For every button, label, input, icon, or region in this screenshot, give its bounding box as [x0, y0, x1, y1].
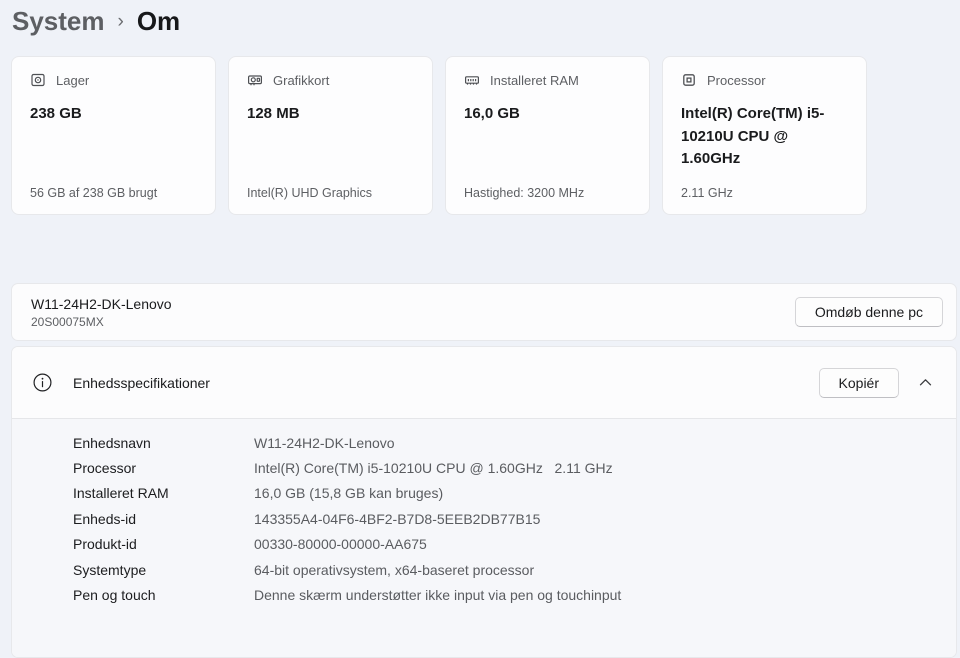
storage-icon — [30, 72, 46, 88]
device-model: 20S00075MX — [31, 314, 104, 329]
device-name: W11-24H2-DK-Lenovo — [31, 295, 172, 312]
card-caption: Hastighed: 3200 MHz — [464, 186, 585, 200]
collapse-button[interactable] — [907, 367, 943, 399]
device-specs-body: Enhedsnavn W11-24H2-DK-Lenovo Processor … — [12, 419, 956, 657]
card-graphics: Grafikkort 128 MB Intel(R) UHD Graphics — [228, 56, 433, 215]
spec-row-device-id: Enheds-id 143355A4-04F6-4BF2-B7D8-5EEB2D… — [73, 506, 937, 531]
spec-row-device-name: Enhedsnavn W11-24H2-DK-Lenovo — [73, 430, 937, 455]
spec-label: Installeret RAM — [73, 485, 169, 502]
card-value: 128 MB — [247, 105, 300, 122]
card-title: Grafikkort — [273, 72, 330, 88]
device-name-panel: W11-24H2-DK-Lenovo 20S00075MX Omdøb denn… — [11, 283, 957, 341]
spec-row-ram: Installeret RAM 16,0 GB (15,8 GB kan bru… — [73, 481, 937, 506]
card-processor: Processor Intel(R) Core(TM) i5-10210U CP… — [662, 56, 867, 215]
spec-label: Pen og touch — [73, 587, 156, 604]
spec-label: Processor — [73, 460, 137, 477]
spec-label: Enheds-id — [73, 510, 137, 527]
card-caption: 56 GB af 238 GB brugt — [30, 186, 158, 200]
card-caption: 2.11 GHz — [681, 186, 733, 200]
spec-label: Systemtype — [73, 561, 147, 578]
card-value: 16,0 GB — [464, 105, 520, 122]
info-icon — [33, 373, 52, 392]
spec-label: Produkt-id — [73, 536, 137, 553]
device-specs-header[interactable]: Enhedsspecifikationer Kopiér — [12, 347, 956, 418]
card-ram: Installeret RAM 16,0 GB Hastighed: 3200 … — [445, 56, 650, 215]
page-title: Om — [136, 5, 181, 36]
spec-value: Intel(R) Core(TM) i5-10210U CPU @ 1.60GH… — [254, 460, 613, 477]
spec-row-system-type: Systemtype 64-bit operativsystem, x64-ba… — [73, 557, 937, 582]
chevron-up-icon — [919, 378, 932, 387]
spec-value: 16,0 GB (15,8 GB kan bruges) — [254, 485, 444, 502]
card-caption: Intel(R) UHD Graphics — [247, 186, 373, 200]
spec-row-product-id: Produkt-id 00330-80000-00000-AA675 — [73, 532, 937, 557]
breadcrumb-system[interactable]: System — [12, 6, 105, 37]
spec-row-processor: Processor Intel(R) Core(TM) i5-10210U CP… — [73, 455, 937, 480]
card-title: Lager — [56, 72, 90, 88]
card-storage: Lager 238 GB 56 GB af 238 GB brugt — [11, 56, 216, 215]
summary-cards: Lager 238 GB 56 GB af 238 GB brugt Grafi… — [11, 56, 867, 215]
copy-button[interactable]: Kopiér — [818, 367, 899, 398]
spec-value: 00330-80000-00000-AA675 — [254, 536, 427, 553]
card-title: Installeret RAM — [490, 72, 579, 88]
breadcrumb-chevron-icon: › — [117, 11, 124, 32]
device-specs-title: Enhedsspecifikationer — [73, 374, 210, 391]
device-specs-panel: Enhedsspecifikationer Kopiér Enhedsnavn … — [11, 346, 957, 658]
card-value: Intel(R) Core(TM) i5-10210U CPU @ 1.60GH… — [681, 105, 825, 167]
spec-value: 64-bit operativsystem, x64-baseret proce… — [254, 561, 535, 578]
ram-icon — [464, 72, 480, 88]
spec-value: Denne skærm understøtter ikke input via … — [254, 587, 622, 604]
rename-pc-button[interactable]: Omdøb denne pc — [794, 297, 943, 327]
processor-icon — [681, 72, 697, 88]
breadcrumb: System › Om — [12, 2, 180, 40]
card-value: 238 GB — [30, 105, 82, 122]
card-title: Processor — [707, 72, 766, 88]
spec-row-pen-touch: Pen og touch Denne skærm understøtter ik… — [73, 582, 937, 607]
spec-value: W11-24H2-DK-Lenovo — [254, 434, 395, 451]
spec-label: Enhedsnavn — [73, 434, 151, 451]
spec-value: 143355A4-04F6-4BF2-B7D8-5EEB2DB77B15 — [254, 510, 541, 527]
gpu-icon — [247, 72, 263, 88]
